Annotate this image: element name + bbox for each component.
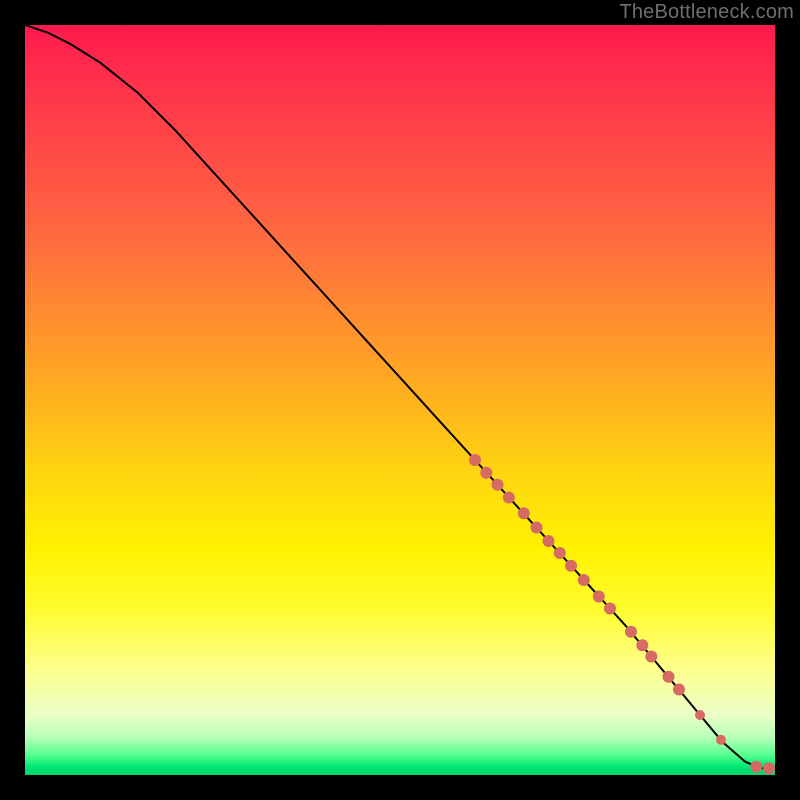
data-marker (716, 735, 726, 745)
gradient-plot-area (25, 25, 775, 775)
data-marker (636, 639, 648, 651)
data-marker (750, 761, 762, 773)
chart-stage: TheBottleneck.com (0, 0, 800, 800)
data-marker (503, 492, 515, 504)
bottleneck-curve (25, 25, 775, 768)
data-marker (593, 591, 605, 603)
watermark-text: TheBottleneck.com (619, 1, 794, 24)
data-marker (695, 710, 705, 720)
data-marker (554, 547, 566, 559)
data-marker (480, 467, 492, 479)
data-marker (578, 574, 590, 586)
data-marker (543, 535, 555, 547)
data-marker (645, 651, 657, 663)
data-marker (492, 479, 504, 491)
data-marker (763, 762, 775, 774)
curve-layer (25, 25, 775, 775)
data-marker (469, 454, 481, 466)
data-marker (518, 507, 530, 519)
data-marker (531, 522, 543, 534)
data-marker (625, 626, 637, 638)
data-markers (469, 454, 775, 774)
data-marker (604, 603, 616, 615)
data-marker (565, 560, 577, 572)
data-marker (663, 671, 675, 683)
data-marker (673, 684, 685, 696)
